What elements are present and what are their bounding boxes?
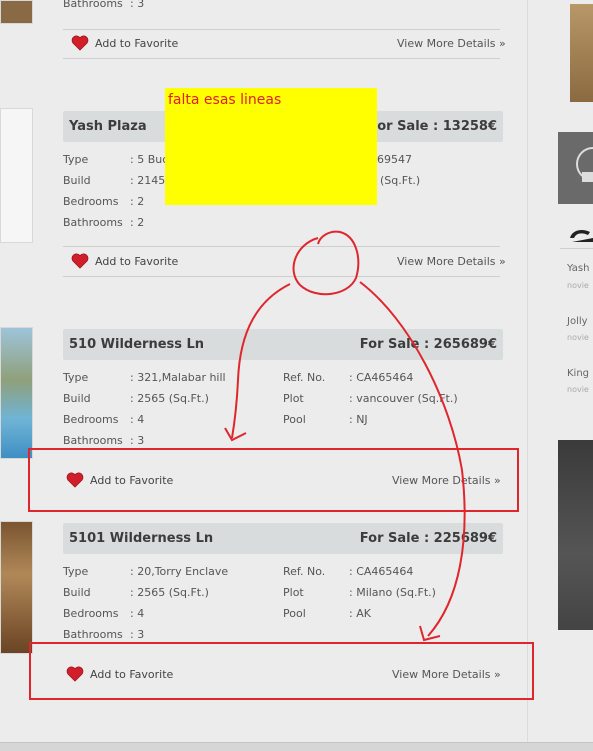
annotation-arrow-left — [231, 283, 291, 439]
sidebar-item-title[interactable]: Jolly — [567, 316, 588, 327]
sidebar-item-title[interactable]: King — [567, 368, 589, 379]
sidebar-item-title[interactable]: Yash — [567, 263, 589, 274]
annotation-arrowhead-left — [224, 427, 247, 442]
phone-icon — [576, 147, 593, 182]
sidebar-item-subtitle: novie — [567, 333, 589, 342]
sidebar-divider — [560, 248, 593, 249]
annotation-arrows — [224, 230, 466, 642]
sidebar-item-subtitle: novie — [567, 385, 589, 394]
sidebar-thumbnail[interactable] — [570, 4, 593, 102]
sidebar-item-subtitle: novie — [567, 281, 589, 290]
annotation-arrow-right — [359, 281, 466, 637]
section-logo-icon — [570, 230, 593, 242]
annotation-circle — [292, 230, 360, 296]
sidebar-dark-panel — [558, 440, 593, 630]
